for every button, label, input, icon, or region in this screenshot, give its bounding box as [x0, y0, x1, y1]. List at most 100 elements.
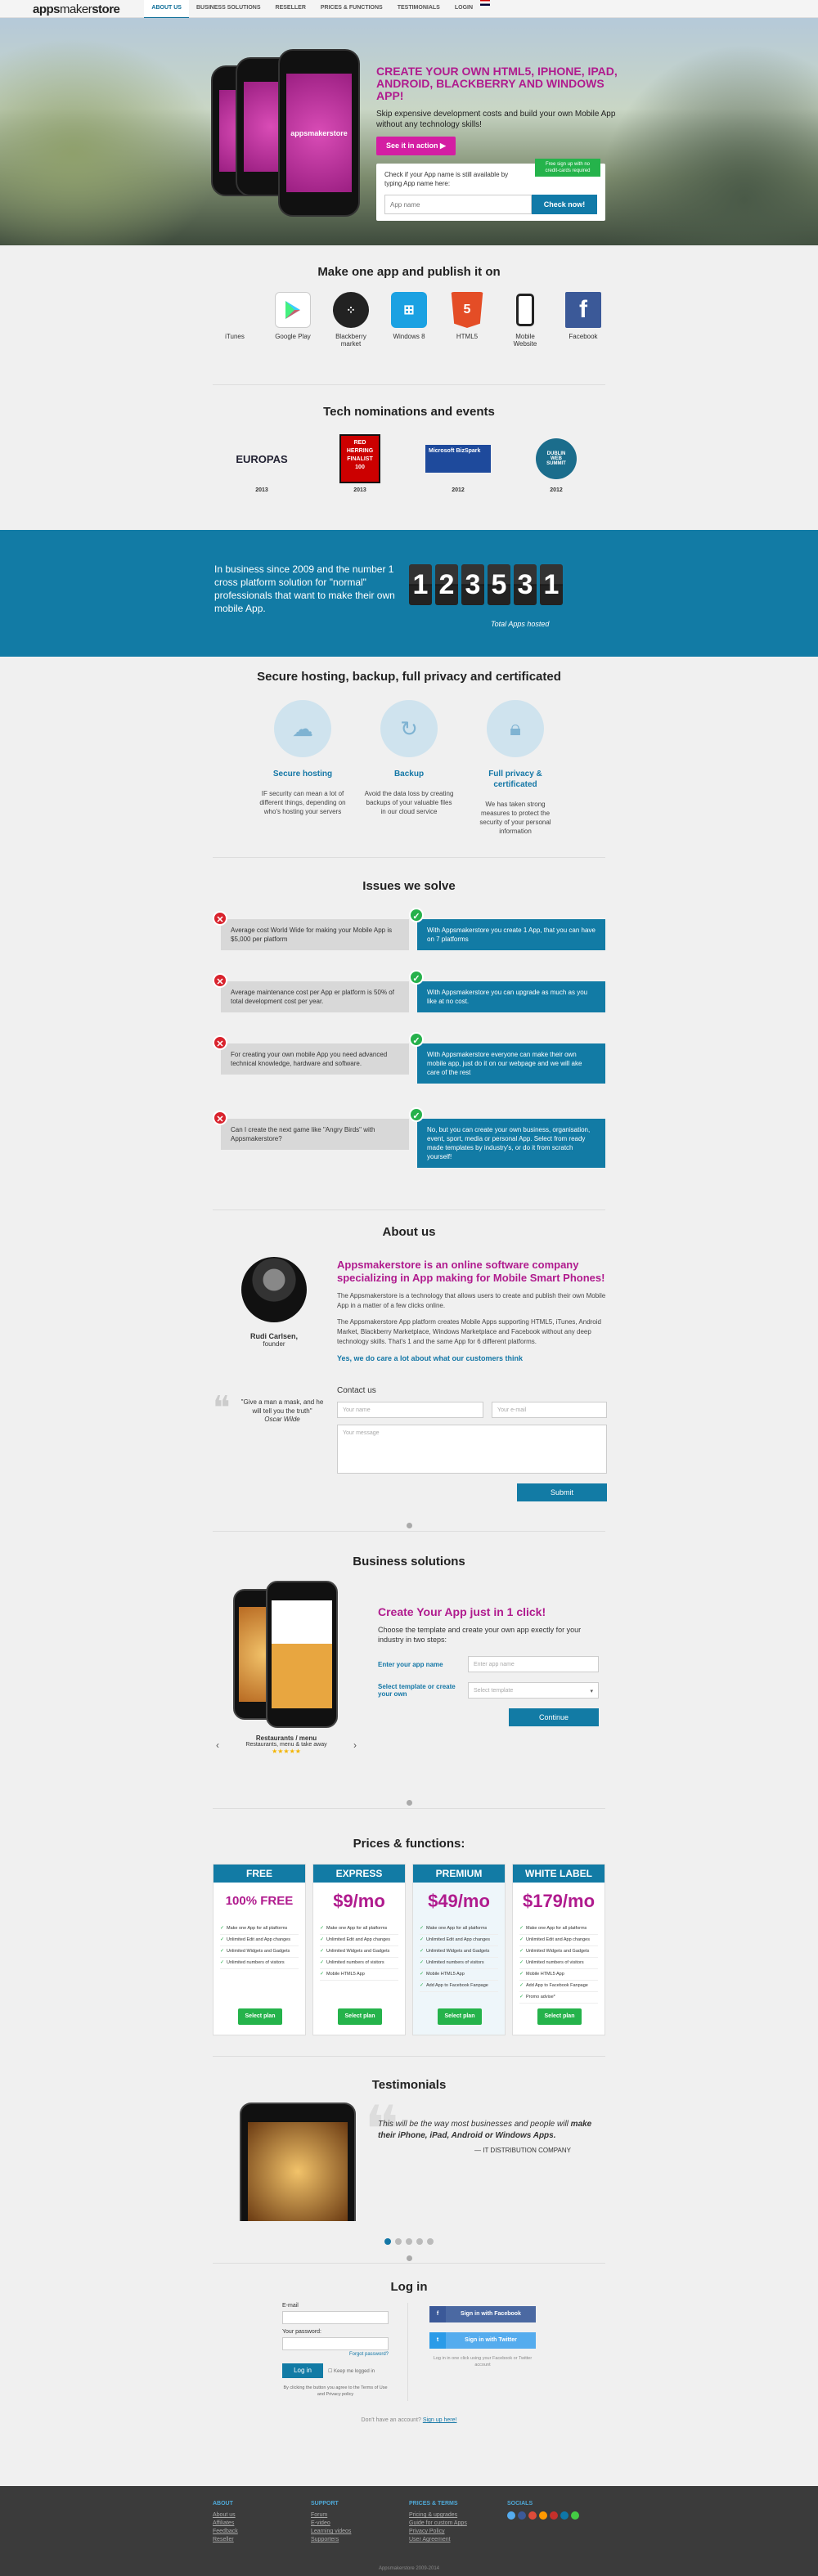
- footer-link[interactable]: Supporters: [311, 2536, 409, 2544]
- footer-link[interactable]: About us: [213, 2511, 311, 2520]
- select-plan-button[interactable]: Select plan: [338, 2008, 382, 2025]
- counter-digit: 3: [514, 564, 537, 605]
- check-icon: ✓: [409, 908, 424, 922]
- login-title: Log in: [390, 2280, 428, 2294]
- rss-icon[interactable]: [539, 2511, 547, 2520]
- nav-login[interactable]: LOGIN: [447, 0, 480, 19]
- keep-logged-in-checkbox[interactable]: ☐ Keep me logged in: [328, 2368, 375, 2374]
- twitter-icon[interactable]: [507, 2511, 515, 2520]
- footer-link[interactable]: Privacy Policy: [409, 2528, 507, 2536]
- app-name-input[interactable]: [384, 195, 532, 214]
- contact-name-input[interactable]: Your name: [337, 1402, 484, 1418]
- counter-digit: 1: [540, 564, 563, 605]
- google-plus-icon[interactable]: [528, 2511, 537, 2520]
- counter-digit: 5: [488, 564, 510, 605]
- login-email-input[interactable]: [282, 2311, 389, 2324]
- issue-row: Can I create the next game like "Angry B…: [213, 1107, 605, 1176]
- android-icon[interactable]: [571, 2511, 579, 2520]
- nav-about-us[interactable]: ABOUT US: [144, 0, 189, 19]
- carousel-dot[interactable]: [427, 2238, 434, 2245]
- youtube-icon[interactable]: [550, 2511, 558, 2520]
- continue-button[interactable]: Continue: [509, 1708, 599, 1726]
- issue-row: Average cost World Wide for making your …: [213, 908, 605, 973]
- carousel-dot[interactable]: [406, 2238, 412, 2245]
- social-icons: [507, 2511, 605, 2520]
- nav-reseller[interactable]: RESELLER: [268, 0, 313, 19]
- blackberry-icon: ⁘: [333, 292, 369, 328]
- nav-prices-functions[interactable]: PRICES & FUNCTIONS: [313, 0, 390, 19]
- issue-row: For creating your own mobile App you nee…: [213, 1032, 605, 1111]
- footer-link[interactable]: Learning videos: [311, 2528, 409, 2536]
- business-headline: Create Your App just in 1 click!: [378, 1605, 546, 1618]
- nomination-europas: EUROPAS 2013: [236, 452, 288, 494]
- facebook-icon: f: [565, 292, 601, 328]
- feature-privacy: 🔒︎ Full privacy & certificated We has take…: [470, 700, 560, 836]
- terms-text: By clicking the button you agree to the …: [283, 2385, 388, 2397]
- forgot-password-link[interactable]: Forgot password?: [282, 2352, 389, 2357]
- refresh-icon: ↻: [380, 700, 438, 757]
- about-tagline: Yes, we do care a lot about what our cus…: [337, 1354, 524, 1362]
- cloud-icon: ☁: [274, 700, 331, 757]
- nav-business-solutions[interactable]: BUSINESS SOLUTIONS: [189, 0, 268, 19]
- x-icon: ✕: [213, 1035, 227, 1050]
- next-arrow-icon[interactable]: ›: [353, 1739, 357, 1751]
- red-herring-logo: RED HERRING FINALIST 100: [339, 434, 380, 483]
- business-title: Business solutions: [353, 1555, 465, 1568]
- footer-link[interactable]: Feedback: [213, 2528, 311, 2536]
- about-headline: Appsmakerstore is an online software com…: [337, 1259, 605, 1284]
- login-button[interactable]: Log in: [282, 2363, 323, 2378]
- testimonials-title: Testimonials: [371, 2078, 447, 2092]
- see-in-action-button[interactable]: See it in action ▶: [376, 137, 456, 155]
- carousel-dot-active[interactable]: [384, 2238, 391, 2245]
- carousel-dot[interactable]: [416, 2238, 423, 2245]
- select-plan-button[interactable]: Select plan: [238, 2008, 282, 2025]
- feature-secure-hosting: ☁ Secure hosting IF security can mean a lo…: [258, 700, 348, 836]
- counter-caption: Total Apps hosted: [491, 620, 550, 628]
- section-separator: [407, 1523, 412, 1528]
- facebook-signin-button[interactable]: f Sign in with Facebook: [429, 2306, 536, 2322]
- footer-link[interactable]: Guide for custom Apps: [409, 2520, 507, 2528]
- nav-testimonials[interactable]: TESTIMONIALS: [390, 0, 447, 19]
- testimonial-text: This will be the way most businesses and…: [378, 2120, 592, 2140]
- language-flag-icon[interactable]: [480, 0, 491, 6]
- twitter-signin-button[interactable]: t Sign in with Twitter: [429, 2332, 536, 2349]
- about-paragraph: The Appsmakerstore is a technology that …: [337, 1292, 606, 1309]
- footer-link[interactable]: Affiliates: [213, 2520, 311, 2528]
- footer-link[interactable]: Pricing & upgrades: [409, 2511, 507, 2520]
- chevron-down-icon: ▾: [590, 1689, 593, 1694]
- testimonial-phone-image: [240, 2103, 356, 2221]
- platform-blackberry: ⁘ Blackberry market: [329, 292, 373, 348]
- prev-arrow-icon[interactable]: ‹: [216, 1739, 219, 1751]
- stats-band: In business since 2009 and the number 1 …: [0, 530, 818, 657]
- enter-app-name-input[interactable]: Enter app name: [468, 1656, 599, 1672]
- footer-link[interactable]: E-video: [311, 2520, 409, 2528]
- plan-premium: PREMIUM$49/moMake one App for all platfo…: [412, 1864, 506, 2035]
- linkedin-icon[interactable]: [560, 2511, 569, 2520]
- footer-link[interactable]: Reseller: [213, 2536, 311, 2544]
- logo[interactable]: appsmakerstore: [33, 2, 120, 16]
- template-name: Restaurants / menu: [255, 1735, 317, 1742]
- quote-icon: ❝: [213, 1390, 231, 1426]
- plan-express: EXPRESS$9/moMake one App for all platfor…: [312, 1864, 406, 2035]
- signup-link[interactable]: Sign up here!: [423, 2417, 457, 2423]
- top-navigation: appsmakerstore ABOUT US BUSINESS SOLUTIO…: [0, 0, 818, 19]
- select-plan-button[interactable]: Select plan: [438, 2008, 482, 2025]
- select-template-dropdown[interactable]: Select template ▾: [468, 1682, 599, 1699]
- contact-message-input[interactable]: Your message: [337, 1425, 607, 1474]
- submit-button[interactable]: Submit: [517, 1483, 607, 1501]
- contact-email-input[interactable]: Your e-mail: [492, 1402, 607, 1418]
- html5-icon: 5: [451, 292, 483, 328]
- app-name-label: Enter your app name: [378, 1660, 443, 1668]
- check-text: Check if your App name is still availabl…: [384, 171, 509, 187]
- carousel-dot[interactable]: [395, 2238, 402, 2245]
- template-preview-phone: [266, 1581, 338, 1728]
- select-plan-button[interactable]: Select plan: [537, 2008, 582, 2025]
- facebook-icon[interactable]: [518, 2511, 526, 2520]
- check-now-button[interactable]: Check now!: [532, 195, 597, 214]
- platform-html5: 5 HTML5: [445, 292, 489, 348]
- footer-link[interactable]: Forum: [311, 2511, 409, 2520]
- rating-stars: ★★★★★: [272, 1748, 301, 1755]
- free-signup-badge: Free sign up with no credit-cards requir…: [535, 159, 600, 177]
- footer-link[interactable]: User Agreement: [409, 2536, 507, 2544]
- login-password-input[interactable]: [282, 2337, 389, 2350]
